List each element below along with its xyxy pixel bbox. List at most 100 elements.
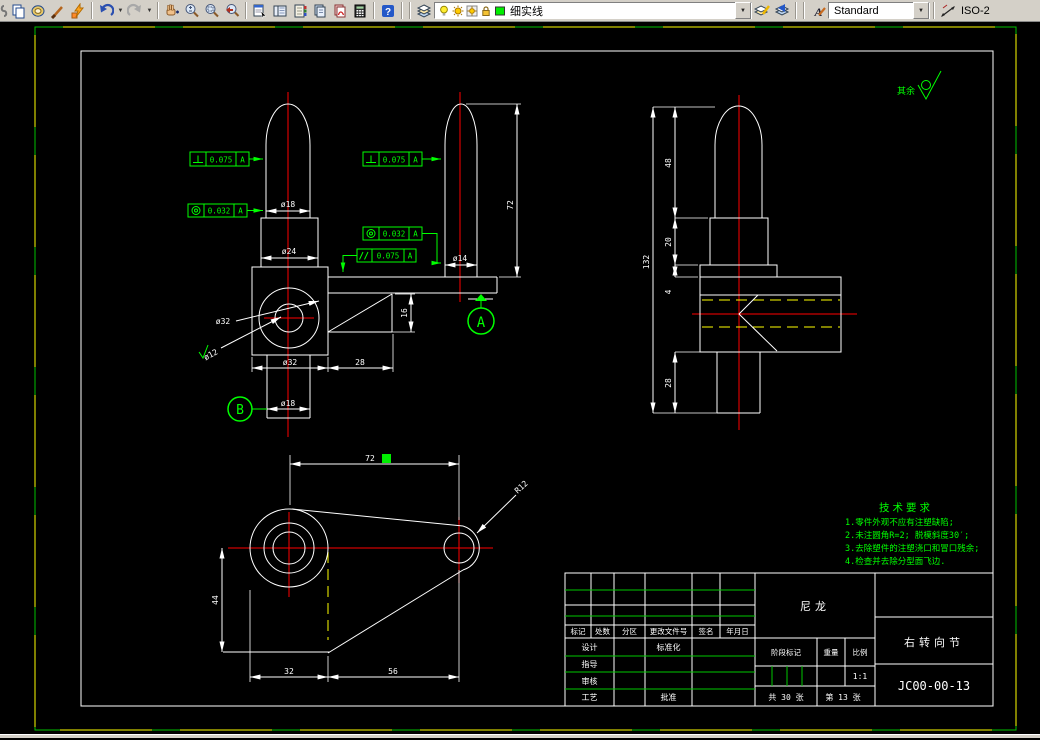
dim-text[interactable]: 44 [211,595,220,605]
part-name: 右转向节 [904,635,964,649]
separator [373,2,375,19]
zoom-window-icon[interactable] [202,1,222,20]
redo-dropdown-icon[interactable]: ▼ [145,1,154,20]
rev-header: 标记 [571,626,586,636]
separator [157,2,159,19]
quick-calc-icon[interactable] [350,1,370,20]
design-center-icon[interactable] [270,1,290,20]
help-icon[interactable]: ? [378,1,398,20]
dim-text[interactable]: ø14 [453,254,468,263]
part-geometry[interactable] [219,103,842,682]
dim-text[interactable]: 16 [400,308,409,318]
status-strip [0,734,1040,738]
sun-icon[interactable] [451,5,465,17]
dim-text[interactable]: ø24 [282,247,297,256]
sheet-set-manager-icon[interactable] [310,1,330,20]
properties-icon[interactable] [250,1,270,20]
layer-color-swatch[interactable] [493,5,507,17]
centerlines[interactable] [228,92,857,597]
dim-text[interactable]: 20 [664,237,673,247]
zoom-realtime-icon[interactable] [182,1,202,20]
bottom-view[interactable] [223,508,480,654]
dim-text[interactable]: ø12 [202,347,219,362]
bulb-icon[interactable] [437,5,451,17]
dim-text[interactable]: 56 [388,667,398,676]
layer-name: 细实线 [510,5,543,18]
tech-req-title: 技术要求 [879,501,933,514]
separator [795,2,797,19]
datum-b[interactable]: B [227,396,267,422]
rev-header: 年月日 [726,626,749,636]
dim-text[interactable]: ø18 [281,200,296,209]
side-view[interactable] [699,105,842,414]
lightning-icon[interactable] [68,1,88,20]
title-block[interactable]: 标记 处数 分区 更改文件号 签名 年月日 设计 指导 审核 工艺 标准化 批准… [564,572,994,707]
surface-note-label: 其余 [897,85,915,97]
tech-req-line: 4.检查并去除分型面飞边. [845,556,945,567]
zoom-previous-icon[interactable] [222,1,242,20]
sun-viewport-icon[interactable] [465,5,479,17]
copy-icon[interactable] [8,1,28,20]
dim-text[interactable]: ø32 [283,358,298,367]
sheet-index: 第 13 张 [825,692,860,702]
undo-icon[interactable] [96,1,116,20]
roughness-icon [917,70,942,101]
drawing-canvas[interactable]: ø18 ø24 ø32 ø12 ø32 28 ø18 16 ø14 72 132… [0,22,1040,740]
standard-toolbar: ▼ ▼ ? 细实线 ▼ A Standard ▼ ISO-2 [0,0,1040,22]
parallelism-icon [359,251,369,260]
dim-text[interactable]: 132 [642,255,651,270]
rev-header: 处数 [595,626,610,636]
fcf-perpendicularity-2[interactable]: 0.075 A [362,151,441,167]
text-style-combobox[interactable]: Standard ▼ [828,2,930,19]
redo-icon[interactable] [125,1,145,20]
tool-palettes-icon[interactable] [290,1,310,20]
fcf-value: 0.075 [383,156,406,165]
tech-req-line: 1.零件外观不应有注塑缺陷; [845,517,954,528]
hidden-lines[interactable] [327,299,840,640]
fcf-value: 0.032 [383,230,406,239]
tech-requirements[interactable]: 技术要求 1.零件外观不应有注塑缺陷; 2.未注圆角R=2; 脱模斜度30′; … [845,501,979,567]
layer-combobox[interactable]: 细实线 ▼ [434,2,752,19]
match-properties-icon[interactable] [48,1,68,20]
dim-text[interactable]: R12 [513,479,530,495]
middle-view[interactable] [444,103,478,277]
markup-set-manager-icon[interactable] [330,1,350,20]
dim-text[interactable]: ø32 [216,317,231,326]
layers-icon[interactable] [414,1,434,20]
pan-icon[interactable] [162,1,182,20]
grip-highlight[interactable] [382,454,391,463]
dimension-lines[interactable] [219,104,678,680]
dim-text[interactable]: 48 [664,158,673,168]
partial-icon[interactable] [0,1,8,20]
layer-previous-icon[interactable] [772,1,792,20]
dimension-texts: ø18 ø24 ø32 ø12 ø32 28 ø18 16 ø14 72 132… [202,158,673,676]
lock-icon[interactable] [479,5,493,17]
dim-text[interactable]: 72 [506,200,515,210]
dim-text[interactable]: ø18 [281,399,296,408]
fcf-concentricity-1[interactable]: 0.032 A [187,203,263,218]
separator [409,2,411,19]
undo-dropdown-icon[interactable]: ▼ [116,1,125,20]
fcf-concentricity-2[interactable]: 0.032 A [362,226,441,266]
dim-text[interactable]: 28 [664,378,673,388]
rev-header: 签名 [699,626,714,636]
make-object-layer-current-icon[interactable] [752,1,772,20]
separator [245,2,247,19]
paste-icon[interactable] [28,1,48,20]
dim-style-icon[interactable] [938,1,958,20]
dim-text[interactable]: 4 [664,289,673,294]
layer-dropdown-arrow[interactable]: ▼ [735,2,751,19]
text-style-dropdown-arrow[interactable]: ▼ [913,2,929,19]
dim-text[interactable]: 28 [355,358,365,367]
text-style-icon[interactable]: A [808,1,828,20]
row-label: 设计 [582,642,598,652]
fcf-parallelism[interactable]: 0.075 A [340,248,417,272]
surface-roughness-note[interactable]: 其余 [897,70,942,101]
dim-text[interactable]: 32 [284,667,294,676]
text-style-name: Standard [834,4,879,17]
fcf-perpendicularity-1[interactable]: 0.075 A [189,151,263,167]
datum-a[interactable]: A [467,294,495,335]
dim-text[interactable]: 72 [365,454,375,463]
separator [91,2,93,19]
row-label: 审核 [582,676,598,686]
